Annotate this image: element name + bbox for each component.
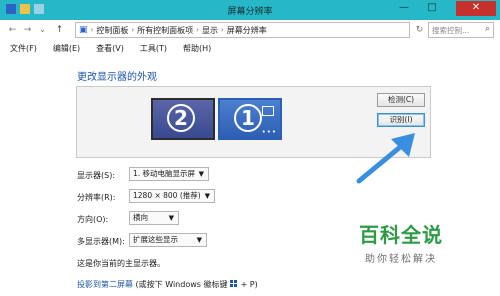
multi-display-value: 扩展这些显示 xyxy=(133,235,178,244)
minimize-button[interactable]: — xyxy=(394,1,414,16)
breadcrumb-item[interactable]: 控制面板 xyxy=(93,25,131,36)
search-placeholder: 搜索控制... xyxy=(432,26,470,35)
breadcrumb-item[interactable]: 屏幕分辨率 xyxy=(224,25,270,36)
chevron-down-icon: ▼ xyxy=(168,214,174,222)
project-link-hint: (或按下 Windows 徽标键 xyxy=(135,280,228,289)
identify-button[interactable]: 识别(I) xyxy=(377,113,425,127)
control-panel-icon: ▣ xyxy=(79,25,88,35)
pointer-arrow-icon xyxy=(356,133,415,184)
watermark: 百科全说 助你轻松解决 xyxy=(359,219,489,265)
monitor-number: 2 xyxy=(167,104,195,132)
breadcrumb-item[interactable]: 所有控制面板项 xyxy=(134,25,196,36)
chevron-down-icon: ▼ xyxy=(196,236,202,244)
monitor-number: 1 xyxy=(234,104,262,132)
multi-display-select[interactable]: 扩展这些显示 ▼ xyxy=(129,233,207,247)
display-label: 显示器(S): xyxy=(77,171,116,180)
address-bar: ← → ⌄ ↑ ▣ › 控制面板 › 所有控制面板项 › 显示 › 屏幕分辨率 … xyxy=(0,20,500,42)
menu-edit[interactable]: 编辑(E) xyxy=(43,42,86,56)
refresh-icon[interactable]: ↻ xyxy=(413,24,426,37)
display-select[interactable]: 1. 移动电脑显示屏 ▼ xyxy=(129,167,209,181)
menu-help[interactable]: 帮助(H) xyxy=(173,42,217,56)
monitor-1[interactable]: 1 ••• xyxy=(218,98,282,140)
menu-view[interactable]: 查看(V) xyxy=(86,42,130,56)
page-title: 更改显示器的外观 xyxy=(77,72,157,83)
menu-bar: 文件(F) 编辑(E) 查看(V) 工具(T) 帮助(H) xyxy=(0,42,500,56)
resolution-select[interactable]: 1280 × 800 (推荐) ▼ xyxy=(129,189,215,203)
monitor-2[interactable]: 2 xyxy=(151,98,215,140)
watermark-slogan: 助你轻松解决 xyxy=(365,254,437,265)
main-display-icon xyxy=(262,106,274,116)
forward-arrow-icon[interactable]: → xyxy=(21,24,34,37)
resolution-label: 分辨率(R): xyxy=(77,193,116,202)
display-value: 1. 移动电脑显示屏 xyxy=(133,169,196,178)
orientation-label: 方向(O): xyxy=(77,215,109,224)
chevron-down-icon: ▼ xyxy=(204,192,210,200)
primary-display-note: 这是你当前的主显示器。 xyxy=(77,259,165,268)
detect-button[interactable]: 检测(C) xyxy=(377,93,425,107)
up-arrow-icon[interactable]: ↑ xyxy=(53,24,66,37)
back-arrow-icon[interactable]: ← xyxy=(6,24,19,37)
dots-icon: ••• xyxy=(261,128,277,136)
project-link-text[interactable]: 投影到第二屏幕 xyxy=(77,280,133,289)
multi-display-label: 多显示器(M): xyxy=(77,237,125,246)
search-icon[interactable]: ⌕ xyxy=(485,24,490,34)
project-link[interactable]: 投影到第二屏幕 (或按下 Windows 徽标键 + P) xyxy=(77,279,258,290)
chevron-down-icon: ▼ xyxy=(198,170,204,178)
close-button[interactable]: ✕ xyxy=(456,1,496,16)
title-bar: 屏幕分辨率 — □ ✕ xyxy=(0,0,500,20)
maximize-button[interactable]: □ xyxy=(422,1,442,16)
menu-file[interactable]: 文件(F) xyxy=(0,42,43,56)
menu-tools[interactable]: 工具(T) xyxy=(130,42,173,56)
recent-chevron-icon[interactable]: ⌄ xyxy=(36,24,49,37)
resolution-value: 1280 × 800 (推荐) xyxy=(133,191,201,200)
breadcrumb-item[interactable]: 显示 xyxy=(199,25,221,36)
orientation-value: 横向 xyxy=(133,213,148,222)
windows-logo-icon xyxy=(230,280,239,288)
orientation-select[interactable]: 横向 ▼ xyxy=(129,211,179,225)
watermark-logo: 百科全说 xyxy=(359,223,443,247)
main-content: 更改显示器的外观 2 1 ••• 检测(C) 识别(I) 显示器(S): 1. … xyxy=(0,56,500,296)
search-input[interactable]: 搜索控制... ⌕ xyxy=(428,22,494,38)
breadcrumb[interactable]: ▣ › 控制面板 › 所有控制面板项 › 显示 › 屏幕分辨率 xyxy=(75,22,410,38)
project-link-key: + P) xyxy=(240,280,258,289)
